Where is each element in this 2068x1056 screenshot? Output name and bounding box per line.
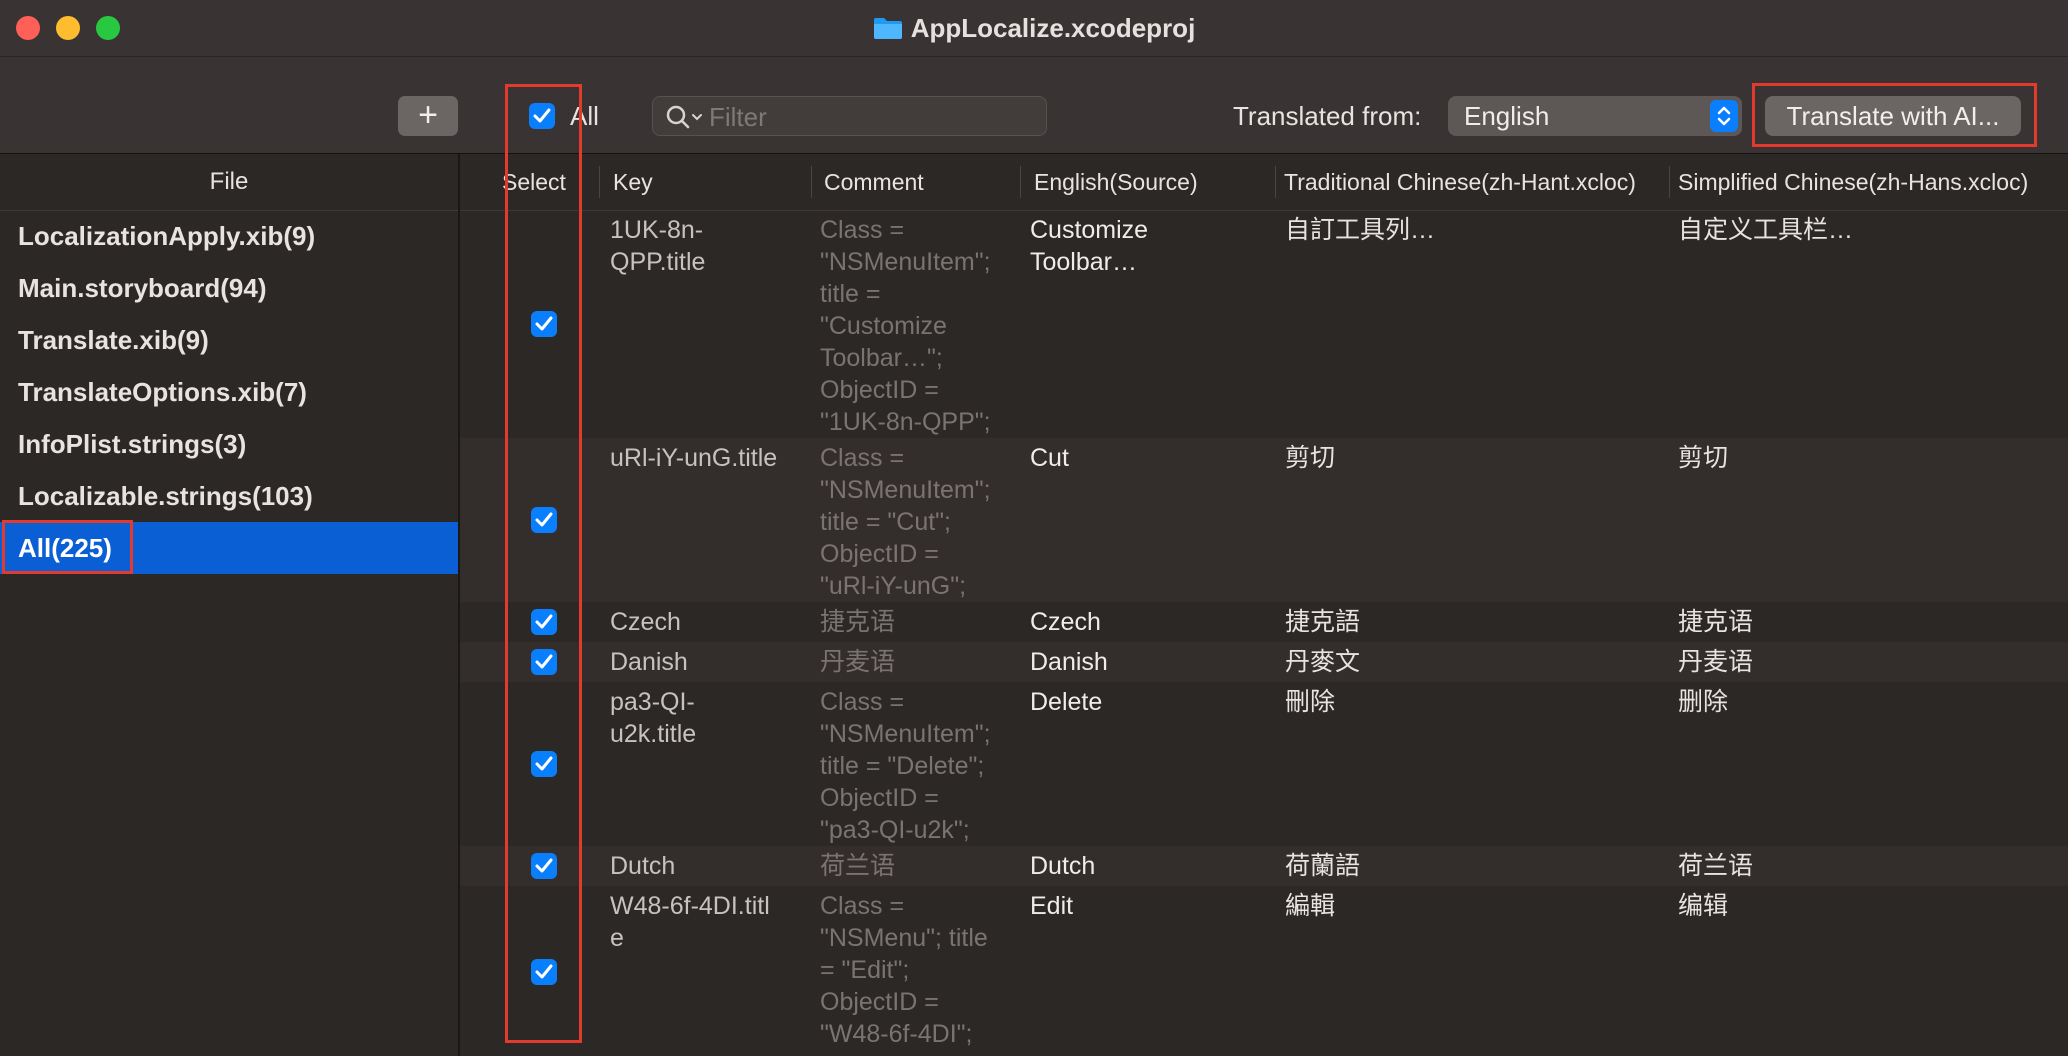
cell-source: Customize Toolbar… [1030,216,1149,276]
table-row[interactable]: Czech 捷克语 Czech 捷克語 捷克语 [460,602,2068,642]
checkmark-icon [535,512,553,527]
column-header-source[interactable]: English(Source) [1034,154,1198,210]
checkmark-icon [535,858,553,873]
row-select-checkbox[interactable] [531,959,557,985]
table-row[interactable]: pa3-QI- u2k.title Class = "NSMenuItem"; … [460,682,2068,846]
cell-key: Czech [610,608,681,636]
cell-hant[interactable]: 剪切 [1285,442,1665,474]
translated-from-label: Translated from: [1233,101,1422,131]
cell-hant[interactable]: 荷蘭語 [1285,850,1665,882]
cell-comment: 丹麦语 [820,648,896,676]
cell-hans[interactable]: 丹麦语 [1678,646,2038,678]
cell-source: Czech [1030,608,1101,636]
table-row[interactable]: 1UK-8n- QPP.title Class = "NSMenuItem"; … [460,210,2068,438]
column-header-select[interactable]: Select [502,154,566,210]
cell-hans[interactable]: 荷兰语 [1678,850,2038,882]
folder-icon [873,13,903,39]
cell-source: Edit [1030,892,1074,920]
cell-key: 1UK-8n- QPP.title [610,216,706,276]
translate-with-ai-button[interactable]: Translate with AI... [1765,96,2021,136]
checkmark-icon [535,316,553,331]
checkmark-icon [533,108,551,123]
cell-hant[interactable]: 丹麥文 [1285,646,1665,678]
column-header-key[interactable]: Key [613,154,653,210]
column-divider[interactable] [1669,166,1670,198]
titlebar-divider [0,56,2068,57]
cell-key: Danish [610,648,688,676]
column-header-comment[interactable]: Comment [824,154,924,210]
table-row[interactable]: W48-6f-4DI.titl e Class = "NSMenu"; titl… [460,886,2068,1056]
row-select-checkbox[interactable] [531,649,557,675]
sidebar-item-translate-xib[interactable]: Translate.xib(9) [0,314,458,366]
cell-key: pa3-QI- u2k.title [610,688,697,748]
cell-hant[interactable]: 自訂工具列… [1285,214,1665,246]
app-window: AppLocalize.xcodeproj + All Translated f… [0,0,2068,1056]
strings-table: Select Key Comment English(Source) Tradi… [460,154,2068,1056]
column-divider[interactable] [1275,166,1276,198]
sidebar-item-infoplist[interactable]: InfoPlist.strings(3) [0,418,458,470]
cell-key: Dutch [610,852,676,880]
row-select-checkbox[interactable] [531,609,557,635]
title-toolbar: AppLocalize.xcodeproj + All Translated f… [0,0,2068,154]
row-select-checkbox[interactable] [531,853,557,879]
window-title-text: AppLocalize.xcodeproj [910,13,1196,43]
row-select-checkbox[interactable] [531,751,557,777]
cell-comment: 捷克语 [820,608,896,636]
cell-source: Delete [1030,688,1103,716]
column-divider[interactable] [599,166,600,198]
sidebar-item-localizable[interactable]: Localizable.strings(103) [0,470,458,522]
table-row[interactable]: uRl-iY-unG.title Class = "NSMenuItem"; t… [460,438,2068,602]
cell-comment: Class = "NSMenu"; title = "Edit"; Object… [820,892,988,1048]
cell-comment: 荷兰语 [820,852,896,880]
checkmark-icon [535,964,553,979]
cell-hans[interactable]: 编辑 [1678,890,2038,922]
file-sidebar: File LocalizationApply.xib(9) Main.story… [0,154,460,1056]
column-header-hans[interactable]: Simplified Chinese(zh-Hans.xcloc) [1678,154,2028,210]
column-divider[interactable] [811,166,812,198]
table-row[interactable]: Danish 丹麦语 Danish 丹麥文 丹麦语 [460,642,2068,682]
table-row[interactable]: Dutch 荷兰语 Dutch 荷蘭語 荷兰语 [460,846,2068,886]
sidebar-header: File [0,154,458,211]
cell-comment: Class = "NSMenuItem"; title = "Cut"; Obj… [820,444,991,600]
source-language-select[interactable]: English [1448,96,1742,136]
cell-hant[interactable]: 刪除 [1285,686,1665,718]
cell-key: uRl-iY-unG.title [610,444,778,472]
select-all-checkbox[interactable] [529,103,555,129]
sidebar-item-main-storyboard[interactable]: Main.storyboard(94) [0,262,458,314]
sidebar-item-translateoptions[interactable]: TranslateOptions.xib(7) [0,366,458,418]
cell-hans[interactable]: 自定义工具栏… [1678,214,2038,246]
source-language-value: English [1464,101,1550,131]
cell-hant[interactable]: 編輯 [1285,890,1665,922]
table-header: Select Key Comment English(Source) Tradi… [460,154,2068,211]
checkmark-icon [535,654,553,669]
add-file-button[interactable]: + [398,96,458,136]
select-all-label[interactable]: All [570,100,599,132]
cell-source: Danish [1030,648,1108,676]
sidebar-item-localizationapply[interactable]: LocalizationApply.xib(9) [0,210,458,262]
cell-hans[interactable]: 删除 [1678,686,2038,718]
column-divider[interactable] [1020,166,1021,198]
chevron-updown-icon [1710,100,1738,132]
cell-key: W48-6f-4DI.titl e [610,892,770,952]
filter-search-field[interactable] [652,96,1047,137]
cell-hans[interactable]: 捷克语 [1678,606,2038,638]
cell-hans[interactable]: 剪切 [1678,442,2038,474]
sidebar-item-all[interactable]: All(225) [0,522,458,574]
filter-input[interactable] [707,97,1031,137]
cell-source: Cut [1030,444,1069,472]
cell-hant[interactable]: 捷克語 [1285,606,1665,638]
window-title: AppLocalize.xcodeproj [0,10,2068,46]
cell-comment: Class = "NSMenuItem"; title = "Delete"; … [820,688,991,844]
cell-source: Dutch [1030,852,1096,880]
row-select-checkbox[interactable] [531,507,557,533]
column-header-hant[interactable]: Traditional Chinese(zh-Hant.xcloc) [1284,154,1636,210]
checkmark-icon [535,614,553,629]
search-icon[interactable] [665,104,707,130]
row-select-checkbox[interactable] [531,311,557,337]
checkmark-icon [535,756,553,771]
cell-comment: Class = "NSMenuItem"; title = "Customize… [820,216,991,436]
